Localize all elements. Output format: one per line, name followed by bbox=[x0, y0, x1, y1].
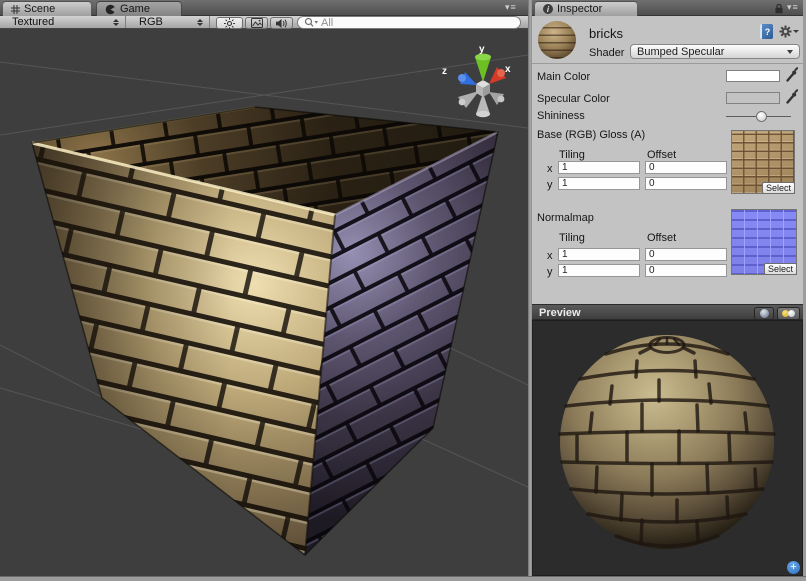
base-offset-y-field[interactable] bbox=[645, 177, 727, 190]
scene-pane: Scene Game ▾≡ Textured RGB bbox=[0, 0, 528, 576]
base-x-label: x bbox=[547, 163, 553, 175]
main-color-swatch[interactable] bbox=[726, 70, 780, 82]
shader-label: Shader bbox=[589, 47, 624, 59]
base-texture-select-button[interactable]: Select bbox=[762, 182, 795, 194]
inspector-pane: i Inspector ▾≡ bricks Shader Bumped Spec… bbox=[532, 0, 803, 576]
updown-arrows-icon bbox=[189, 19, 203, 26]
tab-scene[interactable]: Scene bbox=[2, 1, 92, 16]
base-map-label: Base (RGB) Gloss (A) bbox=[537, 129, 645, 141]
info-icon: i bbox=[543, 4, 553, 14]
base-offset-x-field[interactable] bbox=[645, 161, 727, 174]
normal-tiling-header: Tiling bbox=[559, 232, 585, 244]
gear-menu-arrow-icon bbox=[793, 30, 799, 33]
base-offset-header: Offset bbox=[647, 149, 676, 161]
shininess-slider[interactable] bbox=[726, 116, 791, 117]
scene-tabbar: Scene Game ▾≡ bbox=[0, 0, 528, 16]
eyedropper-icon[interactable] bbox=[785, 67, 798, 83]
add-button[interactable]: + bbox=[787, 561, 800, 574]
shininess-label: Shininess bbox=[537, 110, 585, 122]
scene-toolbar: Textured RGB bbox=[0, 16, 528, 29]
tab-game[interactable]: Game bbox=[96, 1, 182, 16]
scene-lighting-toggle[interactable] bbox=[216, 17, 243, 29]
tab-game-label: Game bbox=[120, 3, 150, 15]
preview-body: + bbox=[532, 320, 803, 576]
search-placeholder: All bbox=[321, 17, 333, 29]
gizmo-y-label: y bbox=[479, 44, 485, 55]
normal-offset-x-field[interactable] bbox=[645, 248, 727, 261]
render-mode-value: Textured bbox=[12, 16, 54, 28]
normal-x-label: x bbox=[547, 250, 553, 262]
preview-lighting-button[interactable] bbox=[777, 307, 800, 320]
base-tiling-y-field[interactable] bbox=[558, 177, 640, 190]
color-mode-dropdown[interactable]: RGB bbox=[127, 16, 210, 28]
chevron-down-icon bbox=[787, 50, 793, 54]
updown-arrows-icon bbox=[105, 19, 119, 26]
shader-dropdown[interactable]: Bumped Specular bbox=[630, 44, 800, 59]
preview-sphere[interactable] bbox=[533, 321, 802, 575]
bottom-edge bbox=[0, 576, 806, 581]
lock-icon[interactable] bbox=[774, 3, 784, 14]
scene-audio-toggle[interactable] bbox=[270, 17, 293, 29]
gizmo-z-label: z bbox=[442, 66, 447, 77]
inspector-tabbar: i Inspector ▾≡ bbox=[532, 0, 803, 16]
scene-panel-menu-icon[interactable]: ▾≡ bbox=[505, 2, 517, 13]
base-tiling-header: Tiling bbox=[559, 149, 585, 161]
shader-value: Bumped Specular bbox=[637, 46, 724, 58]
main-color-label: Main Color bbox=[537, 71, 590, 83]
normal-offset-header: Offset bbox=[647, 232, 676, 244]
specular-color-swatch[interactable] bbox=[726, 92, 780, 104]
tab-inspector-label: Inspector bbox=[557, 3, 602, 15]
tab-inspector[interactable]: i Inspector bbox=[534, 1, 638, 16]
shininess-handle[interactable] bbox=[756, 111, 767, 122]
specular-color-label: Specular Color bbox=[537, 93, 610, 105]
normal-y-label: y bbox=[547, 266, 553, 278]
scene-viewport[interactable]: y x z bbox=[0, 29, 528, 576]
gear-icon[interactable] bbox=[779, 25, 792, 38]
normal-offset-y-field[interactable] bbox=[645, 264, 727, 277]
preview-sphere-button[interactable] bbox=[754, 307, 774, 320]
search-icon bbox=[304, 17, 318, 28]
material-thumbnail[interactable] bbox=[538, 21, 576, 59]
normal-map-label: Normalmap bbox=[537, 212, 594, 224]
render-mode-dropdown[interactable]: Textured bbox=[0, 16, 126, 28]
speaker-icon bbox=[275, 18, 288, 29]
inspector-panel-menu-icon[interactable]: ▾≡ bbox=[787, 2, 799, 13]
image-icon bbox=[251, 18, 263, 28]
material-name: bricks bbox=[589, 26, 623, 41]
preview-title: Preview bbox=[539, 307, 581, 319]
material-header: bricks Shader Bumped Specular ? bbox=[532, 16, 803, 64]
base-tiling-x-field[interactable] bbox=[558, 161, 640, 174]
normal-tiling-x-field[interactable] bbox=[558, 248, 640, 261]
eyedropper-icon[interactable] bbox=[785, 89, 798, 105]
base-y-label: y bbox=[547, 179, 553, 191]
scene-search-field[interactable]: All bbox=[297, 16, 521, 29]
scene-fx-toggle[interactable] bbox=[245, 17, 268, 29]
normal-tiling-y-field[interactable] bbox=[558, 264, 640, 277]
preview-header[interactable]: Preview bbox=[532, 304, 803, 320]
sun-icon bbox=[224, 18, 235, 29]
tab-scene-label: Scene bbox=[24, 3, 55, 15]
game-icon bbox=[105, 4, 116, 15]
help-book-icon[interactable]: ? bbox=[760, 24, 773, 39]
grid-icon bbox=[11, 5, 20, 14]
sphere-icon bbox=[760, 309, 769, 318]
gizmo-x-label: x bbox=[505, 64, 511, 75]
normal-texture-select-button[interactable]: Select bbox=[764, 263, 797, 275]
unity-editor-window: Scene Game ▾≡ Textured RGB bbox=[0, 0, 806, 581]
color-mode-value: RGB bbox=[139, 16, 163, 28]
light-dot-white-icon bbox=[788, 310, 795, 317]
